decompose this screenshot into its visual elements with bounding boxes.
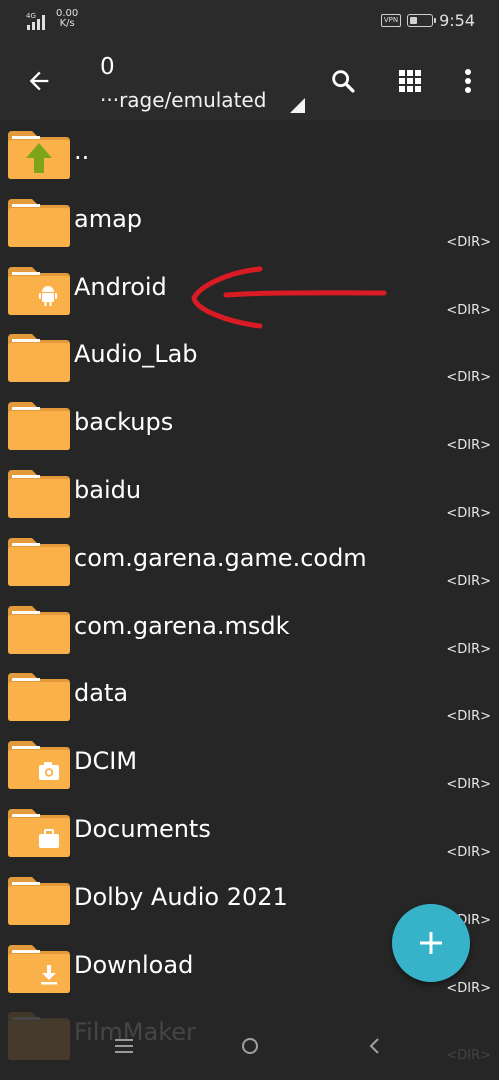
- battery-icon: [407, 14, 437, 27]
- folder-icon: [8, 198, 70, 247]
- file-row[interactable]: com.garena.msdk <DIR>: [0, 595, 499, 663]
- folder-icon: [8, 673, 70, 722]
- dir-tag: <DIR>: [446, 573, 491, 589]
- back-triangle-icon: [369, 1038, 379, 1054]
- more-vert-icon: [465, 69, 471, 93]
- battery-fill: [410, 17, 418, 24]
- file-name: amap: [74, 204, 143, 233]
- folder-icon: [8, 469, 70, 518]
- folder-icon: [8, 876, 70, 925]
- file-row[interactable]: Audio_Lab <DIR>: [0, 323, 499, 391]
- selection-count: 0: [100, 54, 115, 80]
- file-row[interactable]: Android <DIR>: [0, 256, 499, 324]
- dir-tag: <DIR>: [446, 844, 491, 860]
- folder-icon: [8, 808, 70, 857]
- home-nav-button[interactable]: [230, 1030, 270, 1062]
- more-button[interactable]: [449, 62, 487, 100]
- status-right: VPN 9:54: [380, 11, 475, 30]
- file-name: com.garena.msdk: [74, 611, 290, 640]
- file-name: Documents: [74, 814, 211, 843]
- clock: 9:54: [439, 11, 475, 30]
- folder-icon: [8, 944, 70, 993]
- dir-tag: <DIR>: [446, 370, 491, 386]
- folder-icon: [8, 741, 70, 790]
- home-circle-icon: [242, 1038, 258, 1054]
- vpn-badge: VPN: [380, 14, 402, 27]
- back-arrow-icon: [29, 71, 49, 91]
- file-row[interactable]: com.garena.game.codm <DIR>: [0, 527, 499, 595]
- file-name: data: [74, 679, 129, 708]
- file-row[interactable]: Documents <DIR>: [0, 798, 499, 866]
- folder-icon: [8, 266, 70, 315]
- status-bar: 4G 0.00 K/s VPN 9:54: [0, 0, 499, 40]
- network-type: 4G: [26, 12, 36, 20]
- search-button[interactable]: [324, 62, 362, 100]
- signal-icon: 4G: [26, 12, 45, 30]
- grid-view-button[interactable]: [391, 62, 429, 100]
- folder-icon: [8, 131, 70, 179]
- folder-icon: [8, 605, 70, 654]
- back-button[interactable]: [20, 62, 58, 100]
- search-icon: [332, 70, 355, 93]
- file-row[interactable]: data <DIR>: [0, 662, 499, 730]
- folder-icon: [8, 334, 70, 383]
- file-row[interactable]: amap <DIR>: [0, 188, 499, 256]
- toolbar: 0 ···rage/emulated: [0, 40, 499, 120]
- file-name: ..: [74, 137, 90, 165]
- path-dropdown-icon[interactable]: [290, 98, 305, 113]
- file-row[interactable]: backups <DIR>: [0, 391, 499, 459]
- file-row[interactable]: baidu <DIR>: [0, 459, 499, 527]
- current-path[interactable]: ···rage/emulated: [100, 88, 266, 112]
- system-nav-bar: [0, 1012, 499, 1080]
- dir-tag: <DIR>: [446, 438, 491, 454]
- file-name: com.garena.game.codm: [74, 543, 367, 572]
- back-nav-button[interactable]: [354, 1030, 394, 1062]
- dir-tag: <DIR>: [446, 709, 491, 725]
- speed-unit: K/s: [59, 18, 75, 29]
- menu-icon: [115, 1039, 133, 1053]
- dir-tag: <DIR>: [446, 302, 491, 318]
- file-name: Dolby Audio 2021: [74, 882, 288, 911]
- dir-tag: <DIR>: [446, 234, 491, 250]
- plus-icon: [420, 932, 442, 954]
- file-row[interactable]: ..: [0, 120, 499, 188]
- menu-nav-button[interactable]: [104, 1030, 144, 1062]
- folder-icon: [8, 537, 70, 586]
- file-name: backups: [74, 408, 174, 437]
- file-name: DCIM: [74, 747, 138, 776]
- dir-tag: <DIR>: [446, 777, 491, 793]
- dir-tag: <DIR>: [446, 980, 491, 996]
- grid-view-icon: [399, 70, 421, 92]
- file-name: Audio_Lab: [74, 340, 198, 369]
- file-name: Download: [74, 950, 194, 979]
- dir-tag: <DIR>: [446, 641, 491, 657]
- file-row[interactable]: DCIM <DIR>: [0, 730, 499, 798]
- add-fab-button[interactable]: [392, 904, 470, 982]
- dir-tag: <DIR>: [446, 505, 491, 521]
- folder-icon: [8, 402, 70, 451]
- file-name: baidu: [74, 475, 142, 504]
- file-name: Android: [74, 272, 167, 301]
- network-speed: 0.00 K/s: [56, 9, 78, 29]
